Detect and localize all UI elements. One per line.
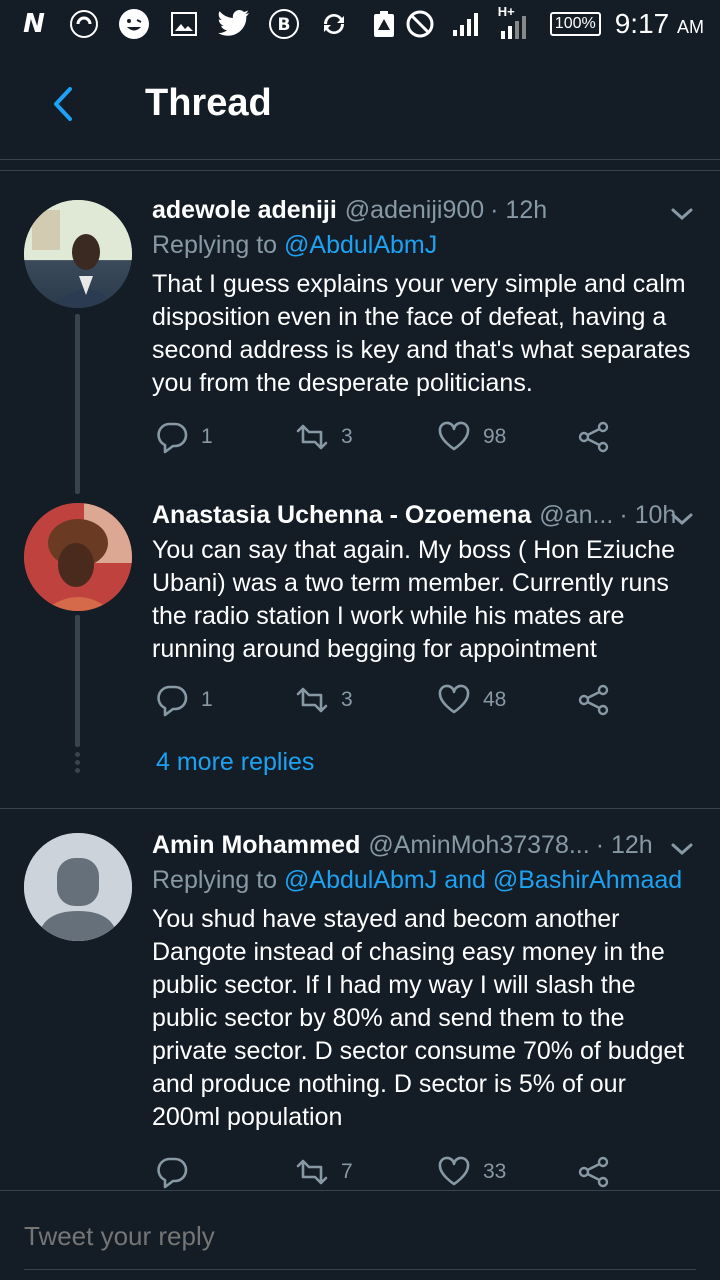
clock: 9:17 AM <box>614 8 704 39</box>
tweet-menu-button[interactable] <box>668 505 696 533</box>
share-button[interactable] <box>577 1155 611 1189</box>
like-count: 48 <box>483 688 507 711</box>
tweet[interactable]: Amin Mohammed @AminMoh37378... · 12h Rep… <box>0 825 720 1190</box>
tweet-header: Amin Mohammed @AminMoh37378... · 12h <box>152 831 696 860</box>
thread-dots <box>74 752 82 776</box>
page-title: Thread <box>145 82 272 124</box>
tweet-header: adewole adeniji @adeniji900 · 12h <box>152 196 696 225</box>
retweet-button[interactable]: 7 <box>295 1155 353 1189</box>
app-header: Thread <box>0 48 720 160</box>
section-divider <box>0 808 720 809</box>
more-replies-link[interactable]: 4 more replies <box>156 748 314 777</box>
b-app-icon: B <box>268 8 300 40</box>
user-handle[interactable]: @an... <box>539 501 613 530</box>
reply-button[interactable]: 1 <box>155 683 213 717</box>
signal-icon <box>450 8 482 40</box>
retweet-icon <box>296 424 328 450</box>
tweet-body: Anastasia Uchenna - Ozoemena @an... · 10… <box>152 501 696 666</box>
mobile-data-icon: H+ <box>496 4 536 40</box>
tweet-body: adewole adeniji @adeniji900 · 12h Replyi… <box>152 196 696 400</box>
retweet-count: 3 <box>341 425 353 448</box>
tweet-body: Amin Mohammed @AminMoh37378... · 12h Rep… <box>152 831 696 1134</box>
share-icon <box>578 1156 609 1188</box>
like-button[interactable]: 33 <box>437 1155 506 1189</box>
reply-bar <box>0 1190 720 1280</box>
battery-indicator: 100% <box>549 12 601 36</box>
swirl-app-icon <box>68 8 100 40</box>
user-name[interactable]: adewole adeniji <box>152 196 337 225</box>
tweet-actions: 1 3 48 <box>155 683 625 723</box>
svg-text:B: B <box>278 15 291 35</box>
tweet-actions: 7 33 <box>155 1155 625 1195</box>
heart-icon <box>438 684 470 714</box>
tweet-menu-button[interactable] <box>668 200 696 228</box>
header-divider <box>0 170 720 171</box>
avatar[interactable] <box>24 833 132 941</box>
thread-line <box>75 615 80 747</box>
network-type: H+ <box>497 4 515 19</box>
retweet-button[interactable]: 3 <box>295 420 353 454</box>
like-button[interactable]: 98 <box>437 420 506 454</box>
reply-input-underline <box>24 1269 696 1270</box>
like-button[interactable]: 48 <box>437 683 506 717</box>
chevron-down-icon <box>671 513 693 526</box>
user-name[interactable]: Anastasia Uchenna - Ozoemena <box>152 501 531 530</box>
retweet-count: 7 <box>341 1160 353 1183</box>
status-bar: N B H+ 100% 9:17 AM <box>0 0 720 48</box>
tweet-time: · 12h <box>595 831 653 859</box>
retweet-icon <box>296 1159 328 1185</box>
reply-button[interactable] <box>155 1155 201 1189</box>
twitter-bird-icon <box>218 8 250 40</box>
retweet-count: 3 <box>341 688 353 711</box>
like-count: 33 <box>483 1160 507 1183</box>
sync-icon <box>318 8 350 40</box>
share-icon <box>578 684 609 716</box>
tweet-time: · 12h <box>490 196 548 224</box>
share-button[interactable] <box>577 683 611 717</box>
user-handle[interactable]: @AminMoh37378... <box>368 831 589 860</box>
tweet-text: You can say that again. My boss ( Hon Ez… <box>152 536 675 663</box>
replying-to: Replying to @AbdulAbmJ and @BashirAhmaad <box>152 866 683 894</box>
tweet-actions: 1 3 98 <box>155 420 625 460</box>
tweet[interactable]: adewole adeniji @adeniji900 · 12h Replyi… <box>0 190 720 494</box>
thread-line <box>75 314 80 494</box>
reply-mention-link[interactable]: @AbdulAbmJ <box>284 231 437 259</box>
replying-to: Replying to @AbdulAbmJ <box>152 231 438 259</box>
reply-icon <box>157 1157 188 1189</box>
reply-icon <box>157 422 188 454</box>
reply-button[interactable]: 1 <box>155 420 213 454</box>
chevron-down-icon <box>671 843 693 856</box>
tweet-text: That I guess explains your very simple a… <box>152 270 691 397</box>
retweet-button[interactable]: 3 <box>295 683 353 717</box>
reply-icon <box>157 685 188 717</box>
emoji-icon <box>118 8 150 40</box>
retweet-icon <box>296 687 328 713</box>
heart-icon <box>438 1156 470 1186</box>
heart-icon <box>438 421 470 451</box>
n-app-icon: N <box>23 9 45 39</box>
avatar[interactable] <box>24 503 132 611</box>
warning-icon <box>368 8 400 40</box>
do-not-disturb-icon <box>404 8 436 40</box>
reply-mention-link[interactable]: @AbdulAbmJ and @BashirAhmaad <box>284 866 682 894</box>
tweet-text: You shud have stayed and becom another D… <box>152 905 685 1131</box>
like-count: 98 <box>483 425 507 448</box>
avatar[interactable] <box>24 200 132 308</box>
tweet-menu-button[interactable] <box>668 835 696 863</box>
chevron-left-icon <box>54 87 72 121</box>
chevron-down-icon <box>671 208 693 221</box>
reply-input[interactable] <box>24 1221 694 1252</box>
user-handle[interactable]: @adeniji900 <box>345 196 484 225</box>
share-icon <box>578 421 609 453</box>
user-name[interactable]: Amin Mohammed <box>152 831 360 860</box>
reply-count: 1 <box>201 425 213 448</box>
tweet-header: Anastasia Uchenna - Ozoemena @an... · 10… <box>152 501 696 530</box>
back-button[interactable] <box>44 84 84 124</box>
tweet[interactable]: Anastasia Uchenna - Ozoemena @an... · 10… <box>0 495 720 747</box>
reply-count: 1 <box>201 688 213 711</box>
gallery-icon <box>168 8 200 40</box>
default-avatar-icon <box>24 833 132 941</box>
share-button[interactable] <box>577 420 611 454</box>
